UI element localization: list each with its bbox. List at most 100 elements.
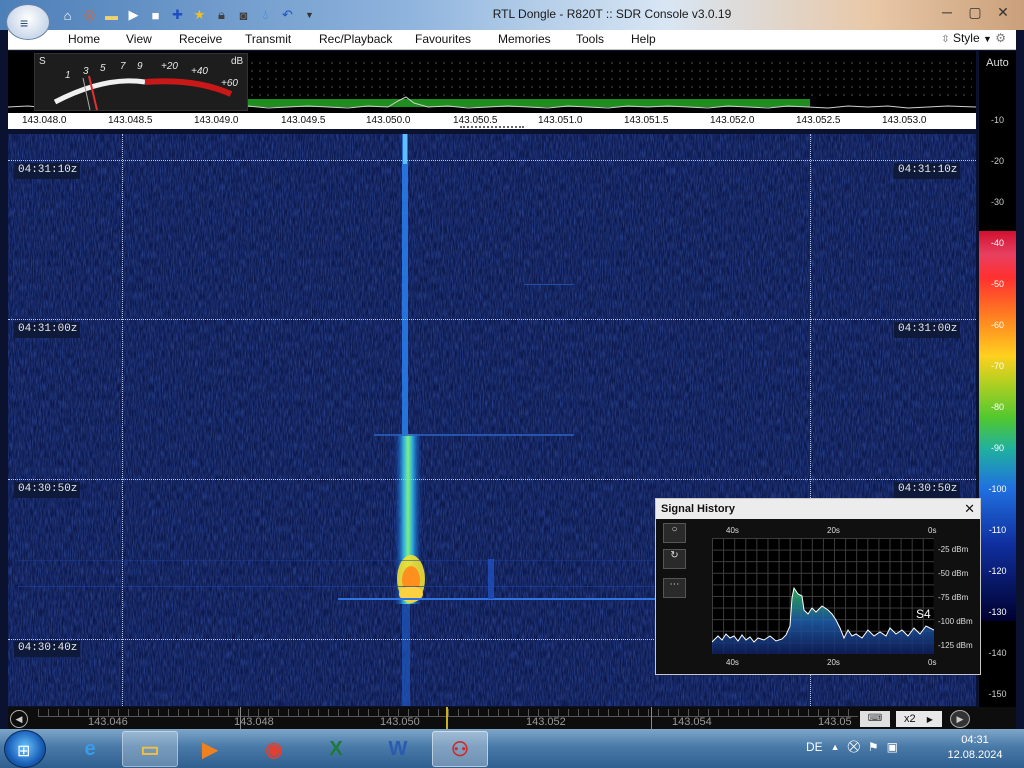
level-tick: -110 (988, 525, 1007, 535)
style-dropdown-icon: ▼ (982, 34, 992, 44)
maximize-button[interactable]: ▢ (962, 2, 988, 22)
time-label-bottom: 40s (726, 658, 739, 667)
level-tick: -150 (988, 689, 1007, 699)
keyboard-icon[interactable]: ⌨ (860, 711, 890, 727)
menu-favourites[interactable]: Favourites (415, 32, 471, 46)
freq-tick: 143.049.5 (281, 115, 326, 126)
overview-tick: 143.05 (818, 716, 852, 728)
freq-tick: 143.053.0 (882, 115, 927, 126)
overview-tick: 143.046 (88, 716, 128, 728)
windows-logo-icon: ⊞ (17, 743, 31, 760)
menu-view[interactable]: View (126, 32, 152, 46)
menu-home[interactable]: Home (68, 32, 100, 46)
style-menu[interactable]: ⇳ Style ▼ ⚙ (941, 31, 1006, 45)
time-gridline (8, 479, 976, 480)
signal-history-titlebar[interactable]: Signal History ✕ (656, 499, 980, 519)
freq-tick: 143.050.5 (453, 115, 498, 126)
clock-time: 04:31 (961, 734, 989, 746)
media-player-icon: ▶ (202, 738, 218, 761)
network-icon[interactable]: ⚑ (868, 740, 879, 754)
display-icon[interactable]: ▣ (887, 740, 898, 754)
time-label-top: 0s (928, 526, 937, 535)
menu-tools[interactable]: Tools (576, 32, 604, 46)
overview-tick: 143.052 (526, 716, 566, 728)
sdr-console-icon: ⚇ (451, 738, 469, 761)
auto-level-button[interactable]: Auto (979, 51, 1016, 75)
time-label-top: 20s (827, 526, 840, 535)
minimize-button[interactable]: ─ (934, 2, 960, 22)
system-tray: DE ▲ ⛒ ⚑ ▣ (806, 739, 898, 754)
s-meter: S dB 1 3 5 7 9 +20 +40 +60 (34, 53, 248, 111)
scroll-right-button[interactable]: ▶ (950, 710, 970, 728)
more-options-button[interactable]: ⋯ (663, 578, 686, 598)
time-label-bottom: 0s (928, 658, 937, 667)
signal-history-panel: Signal History ✕ ○ ↻ ⋯ 40s 20s 0s -25 dB… (655, 498, 981, 675)
freq-tick: 143.049.0 (194, 115, 239, 126)
taskbar-media-player-icon[interactable]: ▶ (182, 731, 238, 767)
dbm-label: -50 dBm (938, 569, 969, 578)
level-tick: -120 (988, 566, 1007, 576)
title-bar: ≡ ⌂ ◎ ▬ ▶ ■ ✚ ★ 🔒︎ ◙ 💧︎ ↶ ▼ RTL Dongle -… (0, 0, 1024, 40)
taskbar-explorer-icon[interactable]: ▭ (122, 731, 178, 767)
zoom-label: x2 (904, 713, 916, 725)
menu-receive[interactable]: Receive (179, 32, 222, 46)
scroll-left-button[interactable]: ◀ (10, 710, 28, 728)
show-hidden-icons-icon[interactable]: ▲ (831, 742, 840, 752)
freq-gridline (122, 134, 123, 706)
close-button[interactable]: ✕ (990, 2, 1016, 22)
usb-device-icon[interactable]: ⛒ (848, 739, 860, 754)
taskbar-ie-icon[interactable]: e (62, 731, 118, 767)
s-meter-needle (88, 75, 98, 111)
time-label-top: 40s (726, 526, 739, 535)
level-tick: -80 (990, 402, 1004, 412)
splitter-handle[interactable] (460, 126, 524, 129)
menu-help[interactable]: Help (631, 32, 656, 46)
clock[interactable]: 04:31 12.08.2024 (935, 733, 1015, 763)
record-button[interactable]: ○ (663, 523, 686, 543)
time-gridline (8, 160, 976, 161)
menu-rec-playback[interactable]: Rec/Playback (319, 32, 392, 46)
chrome-icon: ◉ (265, 738, 283, 761)
menu-transmit[interactable]: Transmit (245, 32, 291, 46)
taskbar-chrome-icon[interactable]: ◉ (246, 731, 302, 767)
timestamp-right: 04:31:00z (894, 322, 960, 338)
freq-tick: 143.050.0 (366, 115, 411, 126)
overview-bar[interactable]: ◀ 143.046 143.048 143.050 143.052 143.05… (8, 707, 1016, 729)
taskbar-sdr-console-icon[interactable]: ⚇ (432, 731, 488, 767)
reset-button[interactable]: ↻ (663, 549, 686, 569)
freq-tick: 143.048.0 (22, 115, 67, 126)
spectrum-strip: S dB 1 3 5 7 9 +20 +40 +60 (8, 51, 976, 113)
dbm-label: -100 dBm (938, 617, 973, 626)
level-tick: -130 (988, 607, 1007, 617)
level-scale: Auto -10 -20 -30 -40 -50 -60 -70 -80 -90… (979, 51, 1016, 707)
language-indicator[interactable]: DE (806, 740, 823, 754)
level-tick: -60 (990, 320, 1004, 330)
menu-memories[interactable]: Memories (498, 32, 551, 46)
taskbar: ⊞ e ▭ ▶ ◉ X W ⚇ DE ▲ ⛒ ⚑ ▣ 04:31 12.08.2… (0, 729, 1024, 768)
dbm-label: -75 dBm (938, 593, 969, 602)
s-unit-reading: S4 (916, 607, 931, 621)
overview-center-marker (446, 707, 448, 729)
taskbar-word-icon[interactable]: W (370, 731, 426, 767)
freq-tick: 143.052.5 (796, 115, 841, 126)
app-menu-button[interactable]: ≡ (6, 4, 50, 40)
taskbar-excel-icon[interactable]: X (308, 731, 364, 767)
level-tick: -30 (990, 197, 1004, 207)
zoom-arrow-icon: ▶ (926, 715, 933, 724)
level-tick: -100 (988, 484, 1007, 494)
window-controls: ─ ▢ ✕ (934, 2, 1016, 22)
excel-icon: X (329, 737, 343, 760)
zoom-selector[interactable]: x2 ▶ (896, 711, 942, 727)
level-tick: -40 (990, 238, 1004, 248)
level-tick: -50 (990, 279, 1004, 289)
timestamp-left: 04:30:50z (14, 482, 80, 498)
signal-history-close-button[interactable]: ✕ (964, 501, 975, 517)
spectrum-grid (248, 59, 972, 99)
level-color-bar[interactable]: -40 -50 -60 -70 -80 -90 -100 -110 -120 -… (979, 231, 1016, 621)
start-button[interactable]: ⊞ (4, 730, 46, 768)
level-tick: -20 (990, 156, 1004, 166)
overview-tick: 143.054 (672, 716, 712, 728)
time-gridline (8, 319, 976, 320)
gear-icon[interactable]: ⚙ (995, 31, 1006, 45)
timestamp-right: 04:30:50z (894, 482, 960, 498)
